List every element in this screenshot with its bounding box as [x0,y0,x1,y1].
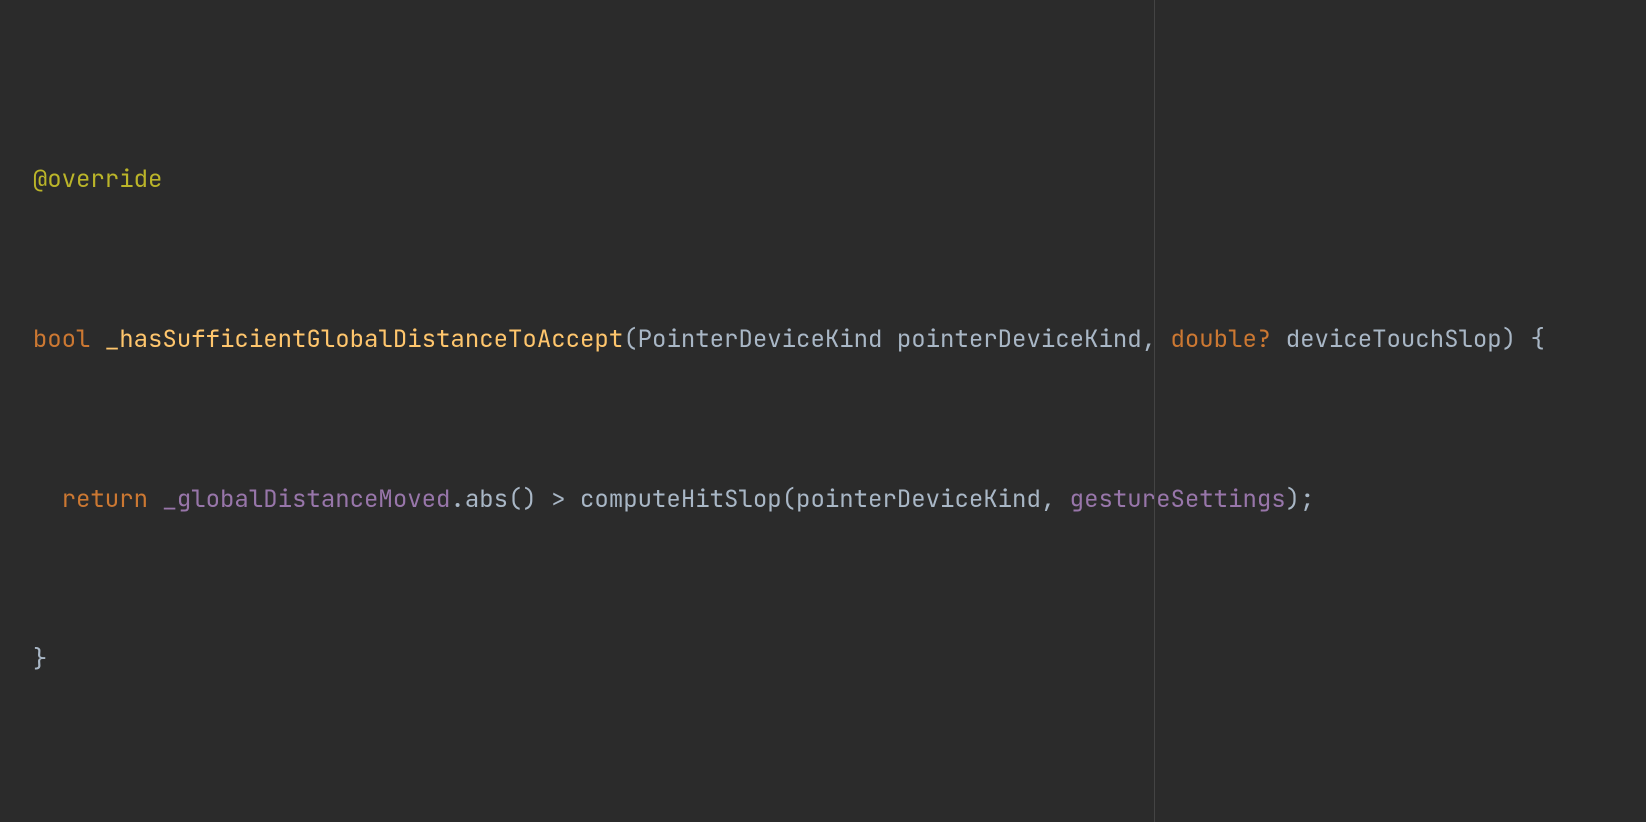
field: gestureSettings [1070,484,1286,515]
column-ruler [1154,0,1155,822]
code-editor[interactable]: @override bool _hasSufficientGlobalDista… [0,0,1646,822]
function-name: _hasSufficientGlobalDistanceToAccept [105,324,623,355]
code-line: @override [4,160,1646,200]
arg: pointerDeviceKind [796,484,1041,515]
code-line: } [4,640,1646,680]
param: deviceTouchSlop [1286,324,1502,355]
keyword-return: return [62,484,148,515]
method: abs [465,484,508,515]
param: pointerDeviceKind [897,324,1142,355]
field: _globalDistanceMoved [162,484,450,515]
call: computeHitSlop [580,484,782,515]
type: double? [1170,324,1271,355]
code-line: bool _hasSufficientGlobalDistanceToAccep… [4,320,1646,360]
code-line: return _globalDistanceMoved.abs() > comp… [4,480,1646,520]
blank-line [4,800,1646,822]
annotation: @override [33,164,163,195]
keyword-bool: bool [33,324,91,355]
type: PointerDeviceKind [638,324,883,355]
